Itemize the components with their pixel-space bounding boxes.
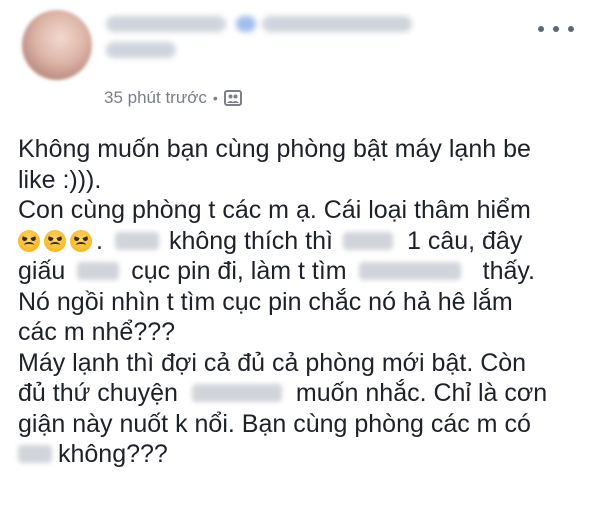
post-line: Máy lạnh thì đợi cả đủ cả phòng mới bật.… bbox=[18, 348, 588, 379]
angry-face-emoji-icon bbox=[44, 229, 66, 252]
author-subtitle-redacted bbox=[106, 42, 176, 58]
post-text-segment: không thích thì bbox=[168, 226, 333, 255]
post-text-segment: Con cùng phòng t các m ạ. Cái loại thâm … bbox=[18, 196, 531, 224]
redacted-word bbox=[358, 262, 461, 281]
post-line: không??? bbox=[18, 439, 588, 470]
post-text-segment: Máy lạnh thì đợi cả đủ cả phòng mới bật.… bbox=[18, 348, 527, 377]
verified-badge-redacted bbox=[236, 16, 256, 32]
post-text-segment: Không muốn bạn cùng phòng bật máy lạnh b… bbox=[18, 135, 531, 163]
post-text-segment: giấu bbox=[18, 257, 66, 285]
post-text-segment: 1 câu, đây bbox=[406, 226, 523, 255]
more-options-button[interactable] bbox=[538, 20, 574, 38]
redacted-word bbox=[114, 231, 159, 250]
post-text-segment: . bbox=[96, 226, 103, 255]
post-line: giận này nuốt k nổi. Bạn cùng phòng các … bbox=[18, 409, 588, 440]
avatar[interactable] bbox=[22, 10, 92, 80]
redacted-word bbox=[77, 262, 120, 281]
post-line: Nó ngồi nhìn t tìm cục pin chắc nó hả hê… bbox=[18, 287, 588, 318]
post-header: 35 phút trước • bbox=[0, 0, 600, 120]
redacted-word bbox=[191, 384, 282, 403]
post-text: Không muốn bạn cùng phòng bật máy lạnh b… bbox=[18, 134, 588, 470]
group-name-redacted[interactable] bbox=[262, 16, 412, 32]
author-name-redacted[interactable] bbox=[106, 16, 226, 32]
post-text-segment: đủ thứ chuyện bbox=[18, 379, 178, 407]
post-line: các m nhể??? bbox=[18, 317, 588, 348]
post-text-segment: giận này nuốt k nổi. Bạn cùng phòng các … bbox=[18, 409, 531, 438]
post-line: giấu cục pin đi, làm t tìm thấy. bbox=[18, 256, 588, 287]
angry-face-emoji-icon bbox=[18, 229, 40, 252]
post-timestamp[interactable]: 35 phút trước bbox=[104, 88, 207, 108]
angry-face-emoji-icon bbox=[70, 229, 92, 252]
post-line: Con cùng phòng t các m ạ. Cái loại thâm … bbox=[18, 195, 588, 226]
post-text-segment: like :))). bbox=[18, 165, 102, 194]
post-text-segment: thấy. bbox=[482, 257, 535, 285]
post-line: đủ thứ chuyện muốn nhắc. Chỉ là cơn bbox=[18, 378, 588, 409]
post-text-segment: muốn nhắc. Chỉ là cơn bbox=[295, 379, 548, 407]
more-dot bbox=[568, 26, 574, 32]
post-line: Không muốn bạn cùng phòng bật máy lạnh b… bbox=[18, 134, 588, 165]
more-dot bbox=[538, 26, 544, 32]
post-line: . không thích thì 1 câu, đây bbox=[18, 226, 588, 257]
post-text-segment: Nó ngồi nhìn t tìm cục pin chắc nó hả hê… bbox=[18, 287, 513, 316]
more-dot bbox=[553, 26, 559, 32]
post-meta: 35 phút trước • bbox=[104, 88, 242, 108]
meta-separator: • bbox=[212, 90, 218, 106]
friends-privacy-icon[interactable] bbox=[223, 90, 242, 106]
post-text-segment: không??? bbox=[58, 440, 168, 468]
post-text-segment: cục pin đi, làm t tìm bbox=[131, 257, 347, 285]
redacted-word bbox=[18, 445, 52, 464]
redacted-word bbox=[342, 231, 393, 250]
post-line: like :))). bbox=[18, 165, 588, 196]
post-text-segment: các m nhể??? bbox=[18, 318, 176, 346]
